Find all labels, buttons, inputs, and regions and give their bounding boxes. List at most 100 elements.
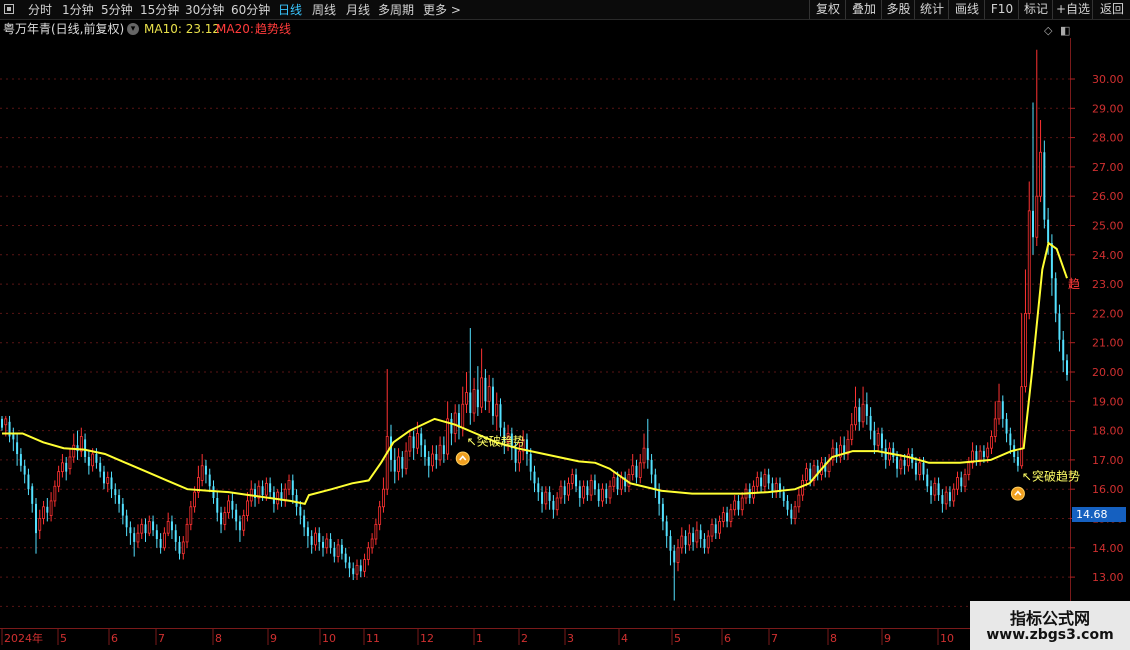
candle xyxy=(129,521,132,545)
x-tick-label: 9 xyxy=(270,632,277,645)
candle-body xyxy=(140,523,144,534)
candle xyxy=(911,448,914,469)
candle-body xyxy=(661,503,664,522)
candle-body xyxy=(359,565,362,572)
x-tick-label: 2 xyxy=(521,632,528,645)
candle xyxy=(423,439,426,466)
candle-body xyxy=(114,489,117,496)
back-button[interactable]: 返回 xyxy=(1092,0,1130,19)
candle xyxy=(1058,304,1061,352)
panel-toggle-icon[interactable]: ◧ xyxy=(1060,24,1070,37)
candle-body xyxy=(952,488,956,502)
current-price-tag: 14.68 xyxy=(1072,507,1126,522)
candle-body xyxy=(227,500,230,514)
watermark-url: www.zbgs3.com xyxy=(986,627,1114,643)
candle-body xyxy=(495,403,499,417)
fuquan-button[interactable]: 复权 xyxy=(809,0,846,19)
candle-body xyxy=(261,486,264,496)
tab-60min[interactable]: 60分钟 xyxy=(231,2,270,18)
y-axis: 30.00 29.00 28.00 27.00 26.00 25.00 24.00 23.00… xyxy=(1070,73,1124,613)
candle-body xyxy=(106,477,110,484)
candle xyxy=(695,521,699,548)
tab-multi-period[interactable]: 多周期 xyxy=(378,2,414,18)
tab-15min[interactable]: 15分钟 xyxy=(140,2,179,18)
candle xyxy=(231,492,234,519)
candle xyxy=(993,401,997,443)
candle-body xyxy=(843,445,846,455)
multi-stock-button[interactable]: 多股 xyxy=(881,0,915,19)
grid-lines xyxy=(0,38,1071,629)
candle-body xyxy=(899,459,903,470)
candle xyxy=(537,477,540,501)
x-tick-label: 8 xyxy=(830,632,837,645)
candle xyxy=(718,515,721,540)
candle-body xyxy=(586,486,589,496)
candle-body xyxy=(805,468,808,481)
candle-body xyxy=(982,451,985,457)
y-tick-label: 30.00 xyxy=(1092,73,1124,86)
candle-body xyxy=(876,433,880,446)
draw-line-button[interactable]: 画线 xyxy=(948,0,985,19)
candle-body xyxy=(385,436,389,490)
tab-fenshi[interactable]: 分时 xyxy=(28,2,52,18)
candle xyxy=(216,492,219,522)
mark-button[interactable]: 标记 xyxy=(1018,0,1053,19)
candle xyxy=(1020,313,1024,469)
candle xyxy=(272,486,275,513)
candle xyxy=(336,539,340,563)
candle xyxy=(438,436,442,466)
x-tick-label: 11 xyxy=(366,632,380,645)
candle-body xyxy=(408,436,412,452)
candle xyxy=(654,468,657,498)
diamond-icon[interactable]: ◇ xyxy=(1044,24,1052,37)
candle xyxy=(435,445,438,469)
candle xyxy=(514,442,517,472)
candle-body xyxy=(306,527,309,537)
candle xyxy=(548,486,551,510)
candle xyxy=(978,445,982,466)
x-tick-label: 4 xyxy=(621,632,628,645)
menu-icon[interactable] xyxy=(4,4,14,14)
tab-30min[interactable]: 30分钟 xyxy=(185,2,224,18)
candle-body xyxy=(200,465,204,481)
candle-body xyxy=(533,471,536,484)
overlay-button[interactable]: 叠加 xyxy=(845,0,882,19)
statistics-button[interactable]: 统计 xyxy=(914,0,949,19)
dropdown-icon[interactable]: ▾ xyxy=(127,23,139,35)
candle xyxy=(446,401,450,460)
candle xyxy=(76,430,79,460)
add-watchlist-button[interactable]: +自选 xyxy=(1052,0,1093,19)
candle xyxy=(533,465,536,493)
candle xyxy=(918,456,922,481)
candle xyxy=(786,495,789,516)
candle-body xyxy=(27,474,30,490)
f10-button[interactable]: F10 xyxy=(984,0,1019,19)
candle-body xyxy=(61,462,64,473)
tab-monthly[interactable]: 月线 xyxy=(346,2,370,18)
candle-body xyxy=(906,453,910,467)
candle xyxy=(193,486,197,513)
candle xyxy=(1047,207,1050,255)
candle-body xyxy=(846,438,850,455)
candle-body xyxy=(740,497,744,511)
tab-weekly[interactable]: 周线 xyxy=(312,2,336,18)
tab-daily[interactable]: 日线 xyxy=(278,2,302,18)
candle xyxy=(333,541,336,563)
candle xyxy=(555,492,559,516)
candle xyxy=(242,509,246,537)
ma10-value: MA10: 23.12 xyxy=(144,22,221,36)
candle-body xyxy=(238,521,241,531)
candle xyxy=(726,506,729,528)
tab-5min[interactable]: 5分钟 xyxy=(101,2,133,18)
kline-chart[interactable]: 趋 ↖突破趋势↖突破趋势 30.0029.0028.0027.0026.0025… xyxy=(0,0,1130,650)
tab-more[interactable]: 更多 > xyxy=(423,2,461,18)
candle-body xyxy=(216,497,219,513)
candle xyxy=(831,439,835,466)
tab-1min[interactable]: 1分钟 xyxy=(62,2,94,18)
candle-body xyxy=(737,500,740,510)
candle xyxy=(450,413,453,446)
candle xyxy=(635,459,638,484)
candle-body xyxy=(363,559,366,572)
candle-body xyxy=(903,459,906,466)
candle-body xyxy=(450,418,453,434)
